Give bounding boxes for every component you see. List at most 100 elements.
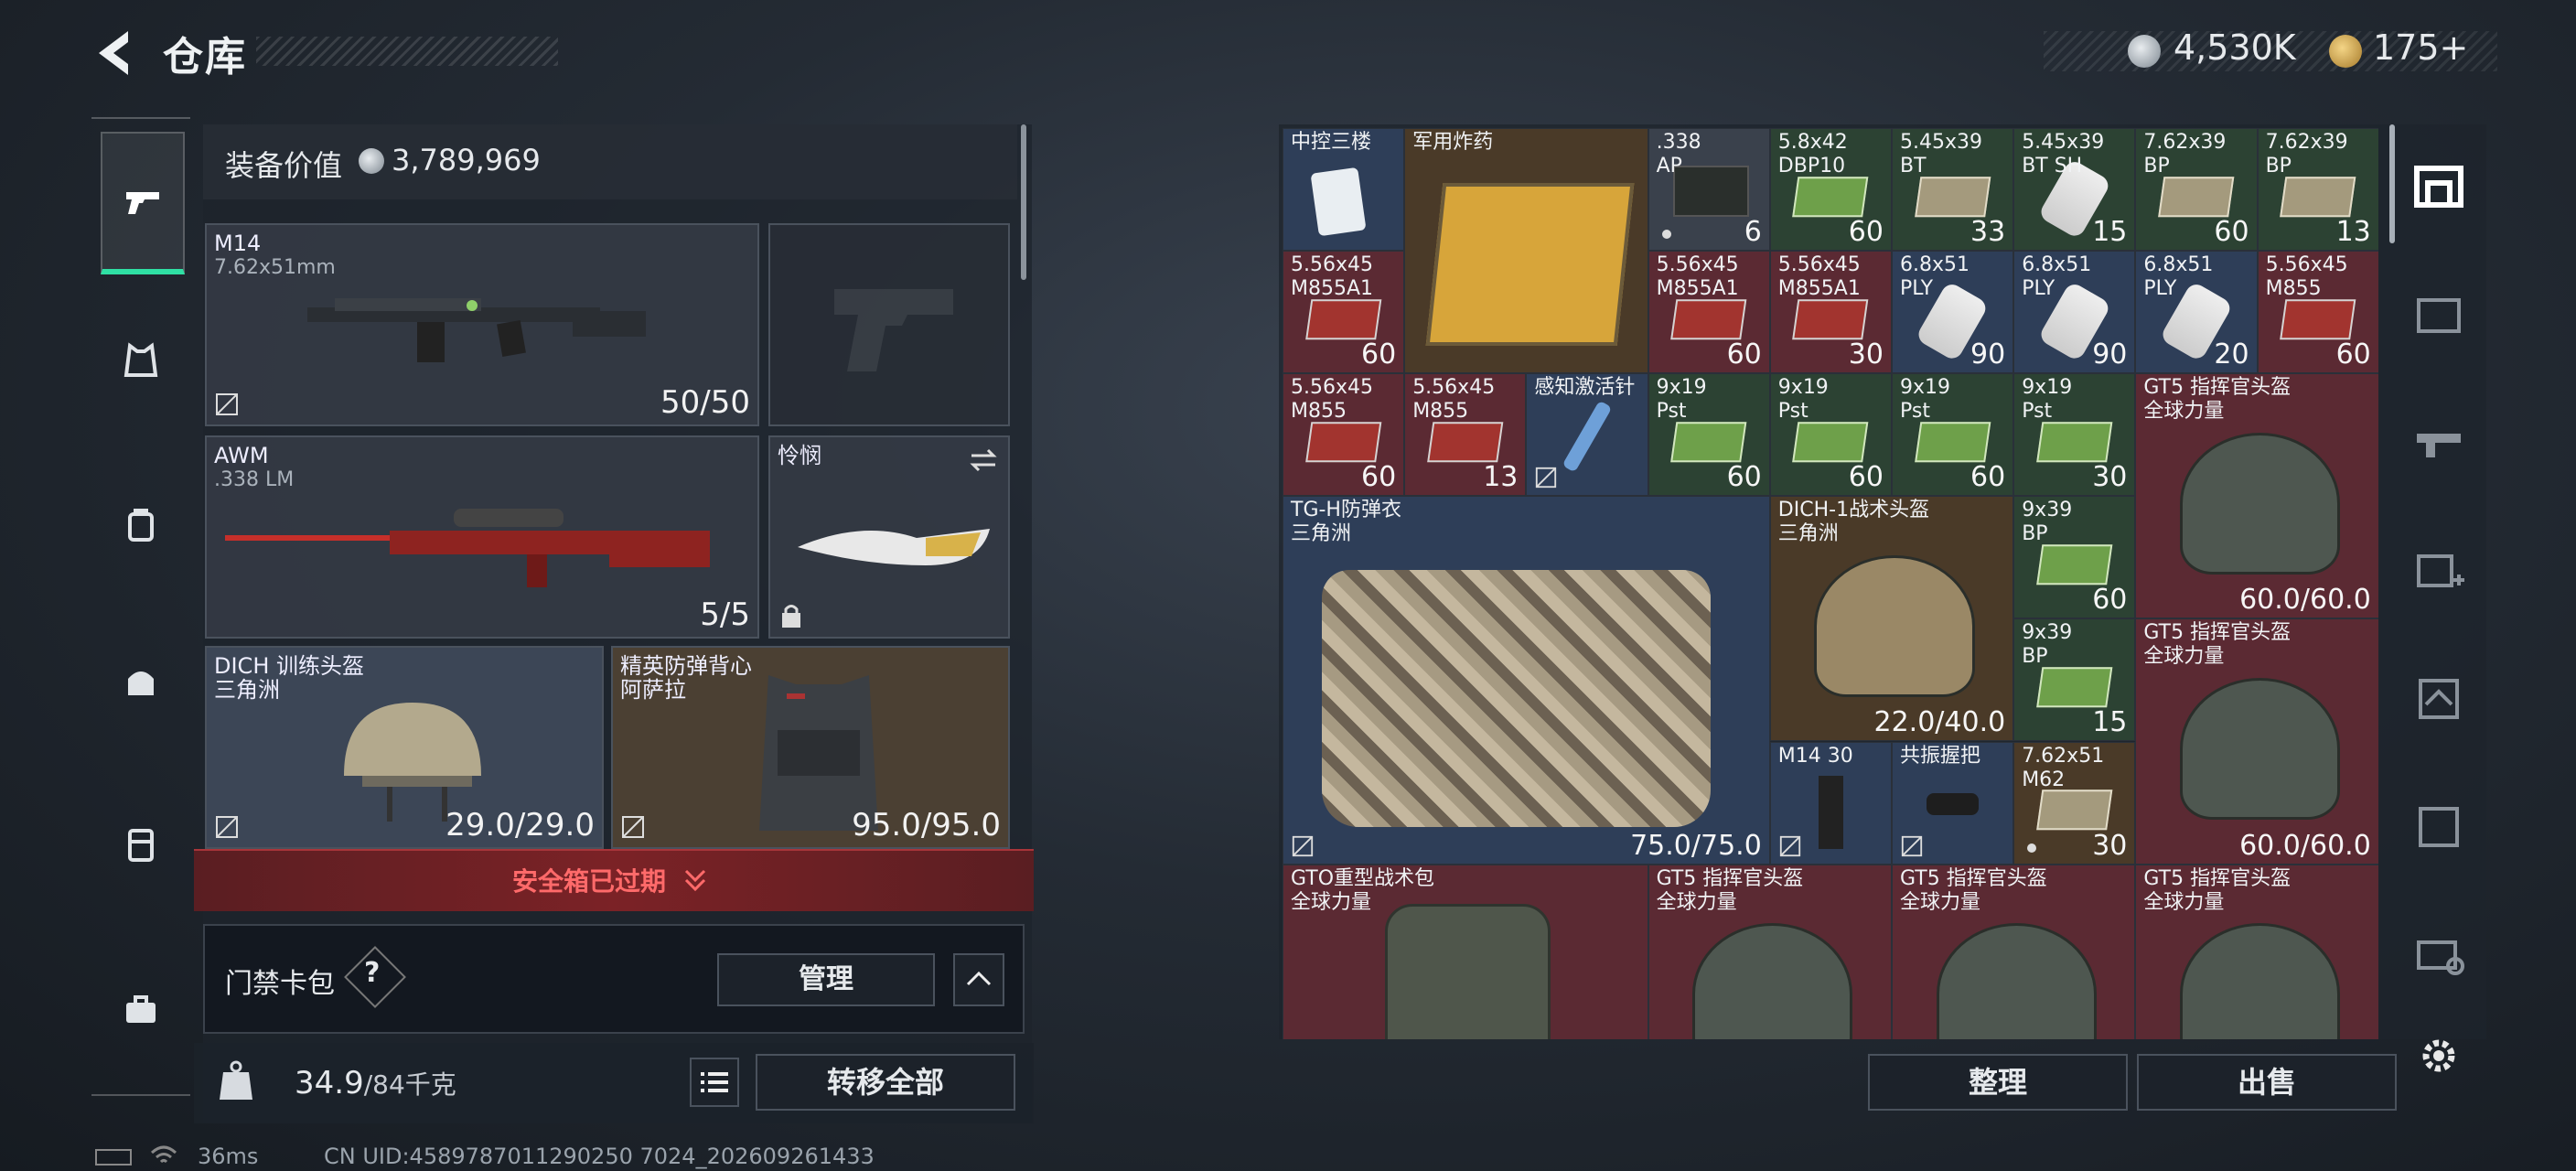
ammo-box-image (2035, 667, 2113, 708)
storage-item[interactable]: M14 30 (1769, 741, 1892, 865)
storage-item[interactable]: 5.8x42 DBP10 60 (1769, 128, 1892, 252)
armor-origin: 阿萨拉 (620, 677, 686, 703)
storage-item[interactable]: GTO重型战术包 全球力量 (1283, 864, 1648, 1039)
storage-item[interactable]: 9x19 Pst 30 (2013, 373, 2136, 497)
ammo-box-image (1426, 422, 1504, 462)
item-quantity: 60 (2214, 216, 2249, 249)
magazine-image (1819, 776, 1843, 849)
sidebar-case-tab[interactable] (101, 970, 181, 1050)
storage-scrollbar[interactable] (2389, 124, 2395, 243)
storage-item[interactable]: GT5 指挥官头盔 全球力量 (2135, 864, 2378, 1039)
armor-slot[interactable]: 精英防弹背心 阿萨拉 95.0/95.0 (611, 646, 1010, 849)
sidebar-chestrig-tab[interactable] (101, 805, 181, 886)
storage-item[interactable]: GT5 指挥官头盔 全球力量 60.0/60.0 (2135, 618, 2378, 865)
storage-grid: 中控三楼 军用炸药 .338 AP 6 5.8x42 DBP10 60 5.45x39 BT… (1283, 128, 2378, 1039)
storage-item[interactable]: 5.56x45 M855A1 60 (1283, 251, 1405, 374)
sidebar-pouch-tab[interactable] (101, 640, 181, 721)
lock-icon (782, 605, 800, 628)
storage-item[interactable]: 9x39 BP 15 (2013, 618, 2136, 742)
storage-item[interactable]: 9x39 BP 60 (2013, 496, 2136, 619)
loadout-scrollbar[interactable] (1021, 124, 1026, 280)
primary-weapon-slot[interactable]: M14 7.62x51mm 50/50 (205, 223, 759, 426)
storage-item[interactable]: 6.8x51 PLY 90 (1892, 251, 2014, 374)
gold-amount[interactable]: 175+ (2373, 27, 2468, 68)
storage-misc-tab-icon[interactable] (2408, 924, 2470, 986)
storage-item[interactable]: 5.56x45 M855 60 (2257, 251, 2378, 374)
grip-image (1926, 792, 1980, 815)
item-name: 5.56x45 M855 (2265, 253, 2348, 301)
storage-equipment-tab-icon[interactable] (2408, 668, 2470, 730)
storage-item[interactable]: TG-H防弹衣 三角洲 75.0/75.0 (1283, 496, 1770, 865)
help-question-icon: ? (364, 957, 381, 989)
ammo-count: 5/5 (700, 596, 750, 633)
storage-item[interactable]: .338 AP 6 (1648, 128, 1770, 252)
item-name: 军用炸药 (1412, 131, 1494, 154)
storage-folder-tab-icon[interactable] (2408, 284, 2470, 346)
ammo-box-image (2280, 299, 2356, 339)
sidebar-backpack-tab[interactable] (101, 485, 181, 565)
storage-item[interactable]: GT5 指挥官头盔 全球力量 (1892, 864, 2136, 1039)
pistol-slot[interactable] (768, 223, 1010, 426)
sort-button[interactable]: 整理 (1868, 1054, 2128, 1111)
transfer-all-button[interactable]: 转移全部 (756, 1054, 1015, 1111)
storage-weapon-tab-icon[interactable] (2408, 412, 2470, 474)
pouch-icon (128, 671, 154, 695)
storage-item[interactable]: 6.8x51 PLY 90 (2013, 251, 2136, 374)
pistol-icon (126, 192, 159, 214)
helmet-image (2179, 678, 2341, 821)
collapse-button[interactable] (953, 953, 1004, 1006)
back-button[interactable] (90, 26, 137, 81)
item-name: 5.56x45 M855A1 (1777, 253, 1861, 301)
storage-item[interactable]: 6.8x51 PLY 20 (2135, 251, 2258, 374)
storage-item[interactable]: 5.56x45 M855A1 30 (1769, 251, 1892, 374)
storage-item[interactable]: 5.56x45 M855A1 60 (1648, 251, 1770, 374)
storage-item[interactable]: 9x19 Pst 60 (1892, 373, 2014, 497)
helmet-image (1936, 923, 2097, 1039)
sell-button[interactable]: 出售 (2137, 1054, 2397, 1111)
storage-item[interactable]: GT5 指挥官头盔 全球力量 60.0/60.0 (2135, 373, 2378, 619)
body-armor-image (1322, 570, 1712, 827)
secondary-weapon-slot[interactable]: AWM .338 LM 5/5 (205, 435, 759, 639)
storage-item[interactable]: 7.62x39 BP 13 (2257, 128, 2378, 252)
melee-slot[interactable]: 怜悯 (768, 435, 1010, 639)
syringe-image (1562, 400, 1613, 472)
storage-all-tab-icon[interactable] (2408, 156, 2470, 218)
weight-readout: 34.9/84千克 (295, 1065, 456, 1101)
sidebar-weapons-tab[interactable] (101, 132, 185, 274)
item-name: 6.8x51 PLY (2143, 253, 2214, 301)
item-quantity: 30 (1848, 338, 1884, 371)
item-name: 5.56x45 M855A1 (1291, 253, 1374, 301)
helmet-slot[interactable]: DICH 训练头盔 三角洲 29.0/29.0 (205, 646, 604, 849)
item-quantity: 60 (1361, 461, 1397, 494)
storage-item[interactable]: 9x19 Pst 60 (1769, 373, 1892, 497)
storage-item[interactable]: 5.45x39 BT 33 (1892, 128, 2014, 252)
title-stripe-decoration (256, 37, 558, 66)
storage-item[interactable]: 共振握把 (1892, 741, 2014, 865)
list-view-button[interactable] (690, 1058, 739, 1107)
storage-item[interactable]: GT5 指挥官头盔 全球力量 (1648, 864, 1892, 1039)
item-name: 感知激活针 (1534, 376, 1636, 400)
storage-item[interactable]: 7.62x39 BP 60 (2135, 128, 2258, 252)
storage-item[interactable]: 5.45x39 BT SH 15 (2013, 128, 2136, 252)
sidebar-vest-tab[interactable] (101, 320, 181, 401)
storage-item[interactable]: 感知激活针 (1526, 373, 1648, 497)
manage-button[interactable]: 管理 (717, 953, 935, 1006)
gear-icon[interactable] (2415, 1032, 2463, 1080)
back-arrow-icon (99, 31, 128, 75)
weight-icon (220, 1060, 252, 1100)
storage-item[interactable]: 军用炸药 (1404, 128, 1648, 374)
storage-item[interactable]: 5.56x45 M855 13 (1404, 373, 1527, 497)
item-quantity: 15 (2092, 216, 2128, 249)
storage-item[interactable]: 中控三楼 (1283, 128, 1405, 252)
storage-item[interactable]: DICH-1战术头盔 三角洲 22.0/40.0 (1769, 496, 2014, 742)
ammo-box-image (1914, 177, 1991, 217)
helmet-image (2179, 923, 2341, 1039)
ammo-box-image (2035, 544, 2113, 586)
storage-item[interactable]: 7.62x51 M62 30 (2013, 741, 2136, 865)
storage-item[interactable]: 9x19 Pst 60 (1648, 373, 1770, 497)
item-name: 7.62x39 BP (2265, 131, 2348, 177)
armor-name: 精英防弹背心 (620, 653, 752, 679)
storage-medical-tab-icon[interactable] (2408, 540, 2470, 602)
storage-gear-tab-icon[interactable] (2408, 796, 2470, 858)
storage-item[interactable]: 5.56x45 M855 60 (1283, 373, 1405, 497)
